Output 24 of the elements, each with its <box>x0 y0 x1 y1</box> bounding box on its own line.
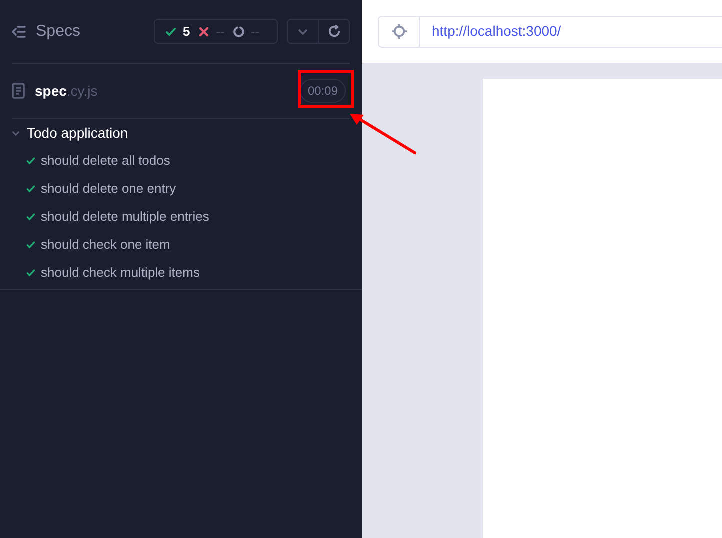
test-title[interactable]: should delete multiple entries <box>41 207 210 227</box>
crosshair-icon[interactable] <box>392 24 406 39</box>
stat-count: -- <box>216 22 225 41</box>
annotation-arrow <box>348 111 418 156</box>
document-icon <box>12 83 25 99</box>
duration-badge: 00:09 <box>300 79 346 103</box>
check-icon <box>165 26 177 38</box>
test-title[interactable]: should delete one entry <box>41 179 176 199</box>
spec-filename: spec.cy.js <box>35 82 98 101</box>
chevron-down-icon[interactable] <box>12 130 20 136</box>
suite-title: Todo application <box>27 124 128 143</box>
collapse-icon[interactable] <box>12 26 26 38</box>
chevron-down-icon <box>298 28 308 34</box>
sidebar-title: Specs <box>36 22 80 42</box>
test-title[interactable]: should check one item <box>41 235 170 255</box>
stat-count: -- <box>250 22 260 41</box>
cross-icon <box>198 26 210 38</box>
url-bar[interactable]: http://localhost:3000/ <box>378 16 722 48</box>
test-title[interactable]: should delete all todos <box>41 151 170 171</box>
stat-count: 5 <box>183 22 190 41</box>
url-text: http://localhost:3000/ <box>432 22 562 41</box>
test-title[interactable]: should check multiple items <box>41 263 200 283</box>
spinner-icon <box>232 26 245 38</box>
refresh-icon <box>328 25 340 38</box>
